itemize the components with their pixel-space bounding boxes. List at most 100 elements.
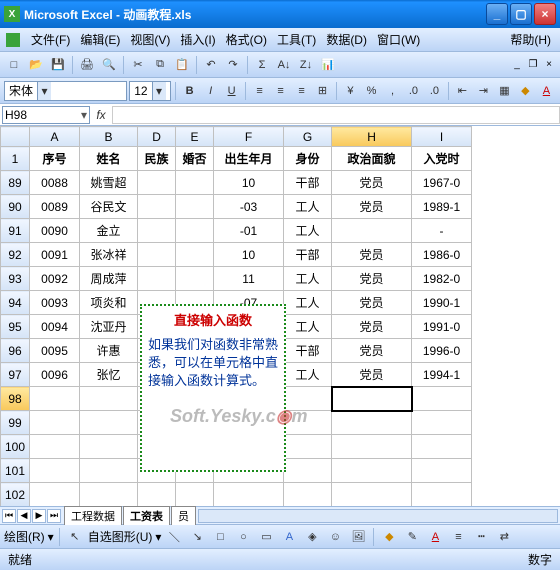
cell-E89[interactable] [176, 171, 214, 195]
cell-I92[interactable]: 1986-0 [412, 243, 472, 267]
doc-close-icon[interactable]: × [542, 58, 556, 72]
redo-icon[interactable]: ↷ [223, 55, 243, 75]
col-header-H[interactable]: H [332, 127, 412, 147]
picture-icon[interactable]: 🖼 [348, 527, 368, 547]
tab-next-icon[interactable]: ▶ [32, 509, 46, 523]
cell-B100[interactable] [80, 435, 138, 459]
cell-H93[interactable]: 党员 [332, 267, 412, 291]
cell-A100[interactable] [30, 435, 80, 459]
cell-H102[interactable] [332, 483, 412, 507]
menu-view[interactable]: 视图(V) [125, 29, 175, 50]
cell-H100[interactable] [332, 435, 412, 459]
minimize-button[interactable]: _ [486, 3, 508, 25]
cell-H101[interactable] [332, 459, 412, 483]
cell-I90[interactable]: 1989-1 [412, 195, 472, 219]
cell-A99[interactable] [30, 411, 80, 435]
cell-A89[interactable]: 0088 [30, 171, 80, 195]
border-icon[interactable]: ▦ [495, 81, 514, 101]
cell-H96[interactable]: 党员 [332, 339, 412, 363]
cell-D93[interactable] [138, 267, 176, 291]
cell[interactable]: 序号 [30, 147, 80, 171]
cell-A98[interactable] [30, 387, 80, 411]
row-header[interactable]: 98 [1, 387, 30, 411]
cell-B89[interactable]: 姚雪超 [80, 171, 138, 195]
cell-F93[interactable]: 11 [214, 267, 284, 291]
cut-icon[interactable]: ✂ [128, 55, 148, 75]
paste-icon[interactable]: 📋 [172, 55, 192, 75]
font-color-icon[interactable]: A [425, 527, 445, 547]
textbox-icon[interactable]: ▭ [256, 527, 276, 547]
cell-G97[interactable]: 工人 [284, 363, 332, 387]
row-header[interactable]: 93 [1, 267, 30, 291]
cell-I91[interactable]: - [412, 219, 472, 243]
cell-F92[interactable]: 10 [214, 243, 284, 267]
tab-prev-icon[interactable]: ◀ [17, 509, 31, 523]
cell-F89[interactable]: 10 [214, 171, 284, 195]
arrow-style-icon[interactable]: ⇄ [494, 527, 514, 547]
select-all[interactable] [1, 127, 30, 147]
cell-E92[interactable] [176, 243, 214, 267]
line-color-icon[interactable]: ✎ [402, 527, 422, 547]
col-header-I[interactable]: I [412, 127, 472, 147]
cell-G98[interactable] [284, 387, 332, 411]
row-header[interactable]: 1 [1, 147, 30, 171]
col-header-E[interactable]: E [176, 127, 214, 147]
new-icon[interactable]: □ [4, 55, 24, 75]
chart-icon[interactable]: 📊 [318, 55, 338, 75]
cell-D92[interactable] [138, 243, 176, 267]
menu-help[interactable]: 帮助(H) [505, 29, 556, 50]
row-header[interactable]: 92 [1, 243, 30, 267]
row-header[interactable]: 96 [1, 339, 30, 363]
cell-I99[interactable] [412, 411, 472, 435]
cell-A102[interactable] [30, 483, 80, 507]
cell-E90[interactable] [176, 195, 214, 219]
menu-window[interactable]: 窗口(W) [372, 29, 425, 50]
cell-B91[interactable]: 金立 [80, 219, 138, 243]
row-header[interactable]: 94 [1, 291, 30, 315]
fill-icon[interactable]: ◆ [379, 527, 399, 547]
rect-icon[interactable]: □ [210, 527, 230, 547]
cell-H95[interactable]: 党员 [332, 315, 412, 339]
comma-icon[interactable]: , [383, 81, 402, 101]
cell-E93[interactable] [176, 267, 214, 291]
cell-I98[interactable] [412, 387, 472, 411]
dropdown-icon[interactable]: ▾ [37, 82, 51, 100]
row-header[interactable]: 89 [1, 171, 30, 195]
cell-B97[interactable]: 张忆 [80, 363, 138, 387]
currency-icon[interactable]: ¥ [341, 81, 360, 101]
row-header[interactable]: 97 [1, 363, 30, 387]
close-button[interactable]: × [534, 3, 556, 25]
col-header-D[interactable]: D [138, 127, 176, 147]
cell-A97[interactable]: 0096 [30, 363, 80, 387]
cell-E91[interactable] [176, 219, 214, 243]
row-header[interactable]: 101 [1, 459, 30, 483]
cell-B99[interactable] [80, 411, 138, 435]
cell-A95[interactable]: 0094 [30, 315, 80, 339]
oval-icon[interactable]: ○ [233, 527, 253, 547]
cell-B96[interactable]: 许惠 [80, 339, 138, 363]
print-icon[interactable]: 🖨 [77, 55, 97, 75]
font-name-combo[interactable]: 宋体▾ [4, 81, 127, 101]
col-header-G[interactable]: G [284, 127, 332, 147]
cell-B92[interactable]: 张冰祥 [80, 243, 138, 267]
cell-F91[interactable]: -01 [214, 219, 284, 243]
cell-G99[interactable] [284, 411, 332, 435]
cell-F90[interactable]: -03 [214, 195, 284, 219]
cell-G91[interactable]: 工人 [284, 219, 332, 243]
wordart-icon[interactable]: A [279, 527, 299, 547]
cell-H92[interactable]: 党员 [332, 243, 412, 267]
dropdown-icon[interactable]: ▾ [152, 82, 166, 100]
cell-A96[interactable]: 0095 [30, 339, 80, 363]
cell-B93[interactable]: 周成萍 [80, 267, 138, 291]
cell[interactable]: 政治面貌 [332, 147, 412, 171]
menu-tools[interactable]: 工具(T) [272, 29, 321, 50]
clipart-icon[interactable]: ☺ [325, 527, 345, 547]
cell[interactable]: 入党时 [412, 147, 472, 171]
percent-icon[interactable]: % [362, 81, 381, 101]
align-right-icon[interactable]: ≡ [292, 81, 311, 101]
cell-G89[interactable]: 干部 [284, 171, 332, 195]
sort-asc-icon[interactable]: A↓ [274, 55, 294, 75]
cell[interactable]: 出生年月 [214, 147, 284, 171]
sheet-tab-2[interactable]: 工资表 [123, 506, 170, 525]
cell-G95[interactable]: 工人 [284, 315, 332, 339]
